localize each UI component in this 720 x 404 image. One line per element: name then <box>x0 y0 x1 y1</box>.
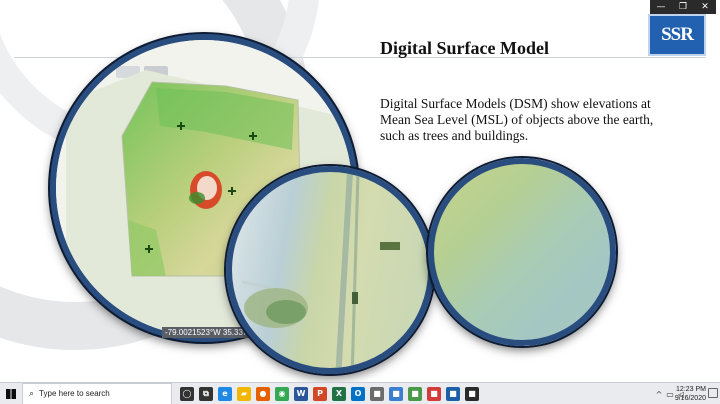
slide-body-text: Digital Surface Models (DSM) show elevat… <box>380 96 654 143</box>
outlook-icon[interactable]: O <box>351 386 365 401</box>
taskbar-app-icons: ◯ ⧉ e ▰ ● ◉ W P X O ■ ■ ■ ■ ■ ■ <box>180 386 479 401</box>
app-icon-4[interactable]: ■ <box>427 386 441 401</box>
app-icon-6[interactable]: ■ <box>465 386 479 401</box>
close-button[interactable]: ✕ <box>694 0 716 14</box>
dtm-terrain-image <box>428 158 616 346</box>
start-button[interactable] <box>0 383 22 404</box>
firefox-icon[interactable]: ● <box>256 386 270 401</box>
ssr-logo: SSR <box>648 14 706 56</box>
network-icon[interactable]: ▭ <box>666 390 674 399</box>
window-controls: — ❐ ✕ <box>650 0 716 14</box>
search-placeholder: Type here to search <box>39 389 110 398</box>
powerpoint-icon[interactable]: P <box>313 386 327 401</box>
taskbar-clock[interactable]: 12:23 PM 9/16/2020 <box>675 385 706 403</box>
excel-icon[interactable]: X <box>332 386 346 401</box>
edge-icon[interactable]: e <box>218 386 232 401</box>
notification-center-icon[interactable] <box>708 388 718 398</box>
minimize-button[interactable]: — <box>650 0 672 14</box>
windows-logo-icon <box>6 388 16 399</box>
file-explorer-icon[interactable]: ▰ <box>237 386 251 401</box>
windows-taskbar: ⌕ Type here to search ◯ ⧉ e ▰ ● ◉ W P X O ■ ■ ■ ■ ■ ■ ^… <box>0 382 720 404</box>
task-view-icon[interactable]: ◯ <box>180 386 194 401</box>
taskbar-search-box[interactable]: ⌕ Type here to search <box>22 382 172 404</box>
app-icon-1[interactable]: ■ <box>370 386 384 401</box>
presentation-slide: — ❐ ✕ SSR Digital Surface Model Digital … <box>0 0 720 382</box>
task-switch-icon[interactable]: ⧉ <box>199 386 213 401</box>
app-icon-2[interactable]: ■ <box>389 386 403 401</box>
dsm-zoom-image <box>226 166 434 374</box>
slide-title: Digital Surface Model <box>380 38 549 58</box>
screen: — ❐ ✕ SSR Digital Surface Model Digital … <box>0 0 720 404</box>
app-icon-3[interactable]: ■ <box>408 386 422 401</box>
word-icon[interactable]: W <box>294 386 308 401</box>
app-icon-5[interactable]: ■ <box>446 386 460 401</box>
clock-date: 9/16/2020 <box>674 395 706 402</box>
search-icon: ⌕ <box>29 388 35 399</box>
chrome-icon[interactable]: ◉ <box>275 386 289 401</box>
chevron-up-icon[interactable]: ^ <box>656 390 663 399</box>
clock-time: 12:23 PM <box>676 386 706 393</box>
dsm-zoom-graphic <box>241 172 400 368</box>
restore-button[interactable]: ❐ <box>672 0 694 14</box>
